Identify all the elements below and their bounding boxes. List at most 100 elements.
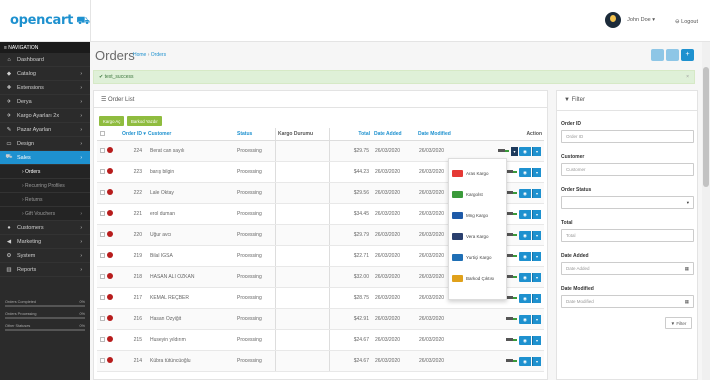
sidebar-item-4[interactable]: ✈ Kargo Ayarları 2x › xyxy=(0,109,90,123)
sidebar-item-11[interactable]: › Gift Vouchers › xyxy=(0,207,90,221)
sidebar-item-12[interactable]: ● Customers › xyxy=(0,221,90,235)
row-checkbox[interactable] xyxy=(100,336,105,342)
add-order-button[interactable]: + xyxy=(681,49,694,61)
calendar-icon[interactable]: ▦ xyxy=(685,266,689,272)
chevron-right-icon: › xyxy=(80,70,82,77)
invoice-button[interactable] xyxy=(651,49,664,61)
sidebar-item-14[interactable]: ⚙ System › xyxy=(0,249,90,263)
customer-input[interactable]: Customer xyxy=(561,163,694,176)
breadcrumb-home[interactable]: Home xyxy=(133,52,146,58)
date-modified: 26/03/2020 xyxy=(419,316,445,322)
dropdown-item-4[interactable]: Yurtiçi Kargo xyxy=(452,247,503,268)
sidebar-item-5[interactable]: ✎ Pazar Ayarları › xyxy=(0,123,90,137)
col-order-id[interactable]: Order ID ▾ xyxy=(120,131,146,137)
view-button[interactable]: ◉ xyxy=(519,335,531,345)
nav-icon: ✈ xyxy=(6,112,12,119)
order-id-input[interactable]: Order ID xyxy=(561,130,694,143)
dropdown-item-5[interactable]: Barkod Çıktısı xyxy=(452,268,503,289)
row-checkbox[interactable] xyxy=(100,147,105,153)
row-checkbox[interactable] xyxy=(100,231,105,237)
order-status: Processing xyxy=(237,232,262,238)
view-button[interactable]: ◉ xyxy=(519,209,531,219)
sidebar-item-7[interactable]: ⛟ Sales › xyxy=(0,151,90,165)
stat-progress-bar xyxy=(5,329,85,331)
col-total[interactable]: Total xyxy=(330,131,372,137)
view-button[interactable]: ◉ xyxy=(519,356,531,366)
col-status[interactable]: Status xyxy=(235,131,275,137)
sidebar-item-1[interactable]: ◆ Catalog › xyxy=(0,67,90,81)
select-all-checkbox[interactable] xyxy=(97,130,107,138)
view-button[interactable]: ◉ xyxy=(519,230,531,240)
sidebar-item-2[interactable]: ✚ Extensions › xyxy=(0,81,90,95)
dropdown-item-0[interactable]: Aras Kargo xyxy=(452,163,503,184)
sidebar-item-10[interactable]: › Returns xyxy=(0,193,90,207)
user-menu[interactable]: John Doe ▾ xyxy=(605,12,655,28)
opencart-logo[interactable]: opencart ⛟ xyxy=(10,13,90,29)
row-checkbox[interactable] xyxy=(100,210,105,216)
sidebar-item-13[interactable]: ◀ Marketing › xyxy=(0,235,90,249)
view-button[interactable]: ◉ xyxy=(519,314,531,324)
order-total: $29.75 xyxy=(353,148,369,154)
action-caret-button[interactable]: ▾ xyxy=(532,230,541,240)
row-checkbox[interactable] xyxy=(100,273,105,279)
view-button[interactable]: ◉ xyxy=(519,167,531,177)
sidebar-item-3[interactable]: ✈ Derya › xyxy=(0,95,90,109)
view-button[interactable]: ◉ xyxy=(519,293,531,303)
sidebar-item-8[interactable]: › Orders xyxy=(0,165,90,179)
alert-close-button[interactable]: × xyxy=(686,74,689,80)
sidebar-item-15[interactable]: ▥ Reports › xyxy=(0,263,90,277)
action-caret-button[interactable]: ▾ xyxy=(532,188,541,198)
scrollbar-thumb[interactable] xyxy=(703,67,709,187)
shipping-button[interactable] xyxy=(666,49,679,61)
stat-label: Orders Processing xyxy=(5,312,37,316)
row-checkbox[interactable] xyxy=(100,189,105,195)
action-caret-button[interactable]: ▾ xyxy=(532,335,541,345)
barkod-yazdir-button[interactable]: Barkod Yazdır xyxy=(127,116,162,126)
order-total: $34.45 xyxy=(353,211,369,217)
nav-title: ≡ NAVIGATION xyxy=(0,42,90,53)
action-caret-button[interactable]: ▾ xyxy=(532,251,541,261)
dropdown-item-1[interactable]: Kargoİst xyxy=(452,184,503,205)
chevron-right-icon: › xyxy=(80,154,82,161)
action-caret-button[interactable]: ▾ xyxy=(532,209,541,219)
breadcrumb-orders[interactable]: Orders xyxy=(151,52,166,58)
chevron-right-icon: › xyxy=(80,210,82,217)
calendar-icon[interactable]: ▦ xyxy=(685,299,689,305)
kargo-dropdown-toggle[interactable]: ▾ xyxy=(511,146,518,156)
action-caret-button[interactable]: ▾ xyxy=(532,146,541,156)
row-checkbox[interactable] xyxy=(100,357,105,363)
page-scrollbar[interactable] xyxy=(702,42,710,380)
dropdown-item-3[interactable]: Vera Kargo xyxy=(452,226,503,247)
col-date-modified[interactable]: Date Modified xyxy=(416,131,460,137)
sidebar-item-9[interactable]: › Recurring Profiles xyxy=(0,179,90,193)
view-button[interactable]: ◉ xyxy=(519,251,531,261)
dropdown-item-2[interactable]: Mng Kargo xyxy=(452,205,503,226)
row-checkbox[interactable] xyxy=(100,168,105,174)
kargo-ac-button[interactable]: Kargo Aç xyxy=(99,116,125,126)
action-caret-button[interactable]: ▾ xyxy=(532,272,541,282)
date-added-label: Date Added xyxy=(561,253,589,259)
date-added: 26/03/2020 xyxy=(375,190,401,196)
sidebar-item-6[interactable]: ▭ Design › xyxy=(0,137,90,151)
col-customer[interactable]: Customer xyxy=(146,131,235,137)
date-modified-label: Date Modified xyxy=(561,286,594,292)
logout-link[interactable]: ⊖ Logout xyxy=(675,19,698,25)
col-date-added[interactable]: Date Added xyxy=(372,131,416,137)
view-button[interactable]: ◉ xyxy=(519,146,531,156)
view-button[interactable]: ◉ xyxy=(519,188,531,198)
action-caret-button[interactable]: ▾ xyxy=(532,356,541,366)
view-button[interactable]: ◉ xyxy=(519,272,531,282)
action-caret-button[interactable]: ▾ xyxy=(532,293,541,303)
order-status-select[interactable]: ▾ xyxy=(561,196,694,209)
sidebar-item-0[interactable]: ⌂ Dashboard xyxy=(0,53,90,67)
filter-button[interactable]: ▼ Filter xyxy=(665,317,692,329)
date-modified-input[interactable]: Date Modified ▦ xyxy=(561,295,694,308)
row-checkbox[interactable] xyxy=(100,294,105,300)
date-added-input[interactable]: Date Added ▦ xyxy=(561,262,694,275)
row-checkbox[interactable] xyxy=(100,315,105,321)
user-name: John Doe ▾ xyxy=(627,17,655,23)
action-caret-button[interactable]: ▾ xyxy=(532,314,541,324)
action-caret-button[interactable]: ▾ xyxy=(532,167,541,177)
total-input[interactable]: Total xyxy=(561,229,694,242)
row-checkbox[interactable] xyxy=(100,252,105,258)
